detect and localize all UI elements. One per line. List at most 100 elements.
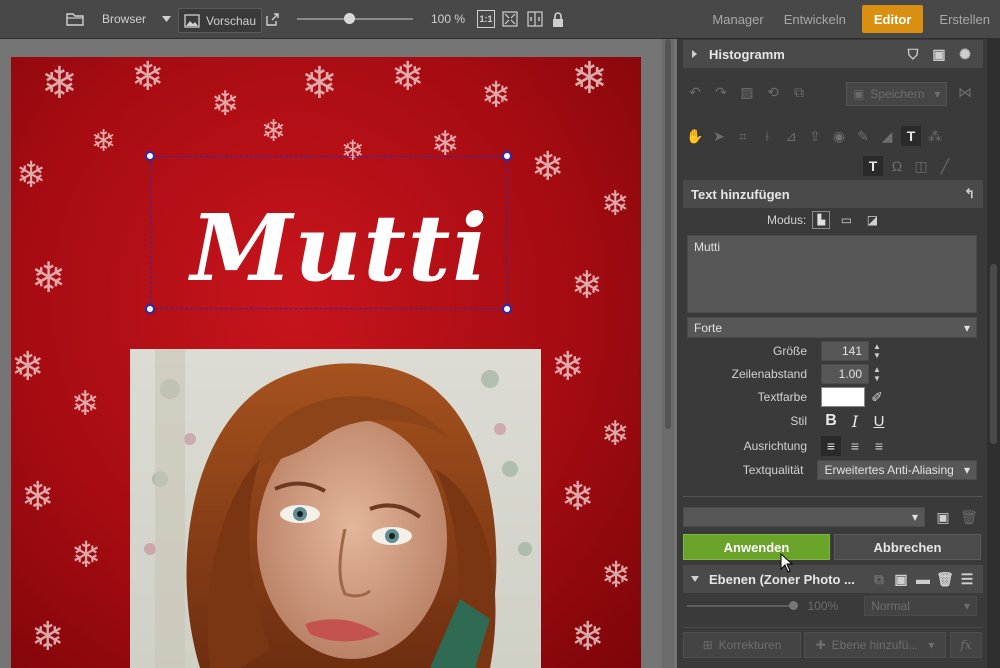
line-spacing-stepper[interactable]: ▲ ▼ (873, 365, 881, 383)
mask-icon[interactable]: ▣ (891, 569, 911, 589)
fit-screen-icon[interactable] (502, 0, 518, 38)
lock-icon[interactable] (552, 0, 564, 38)
blend-mode-select[interactable]: Normal ▾ (864, 596, 977, 616)
text-quality-label: Textqualität (742, 463, 804, 477)
opacity-slider-knob[interactable] (788, 601, 798, 610)
transform-tool-icon[interactable]: ⟊ (757, 126, 777, 146)
histogram-settings-icon[interactable]: ⛉ (903, 44, 923, 64)
text-selection-box[interactable] (145, 151, 512, 314)
snowflake-decoration: ❄ (571, 615, 605, 659)
save-dropdown-icon[interactable]: ▾ (934, 87, 940, 101)
mode-frame-icon[interactable]: ▭ (836, 210, 856, 230)
add-layer-dropdown-icon[interactable]: ▾ (928, 638, 934, 652)
opacity-slider[interactable] (687, 601, 798, 610)
zoom-slider[interactable] (297, 0, 413, 38)
mode-free-icon[interactable]: ▙ (812, 211, 831, 229)
sun-icon[interactable]: ✺ (955, 44, 975, 64)
tab-manager[interactable]: Manager (702, 0, 773, 38)
resize-handle-tr[interactable] (502, 151, 512, 161)
tab-editor[interactable]: Editor (861, 5, 924, 33)
apply-button[interactable]: Anwenden (683, 534, 830, 560)
save-button[interactable]: ▣ Speichern ▾ (846, 82, 948, 106)
redo-icon[interactable]: ↷ (711, 82, 731, 102)
expand-arrow-icon (692, 50, 697, 58)
font-name: Forte (694, 320, 723, 335)
tab-entwickeln[interactable]: Entwickeln (774, 0, 856, 38)
browser-label[interactable]: Browser (102, 0, 146, 38)
canvas-scrollbar[interactable] (662, 39, 674, 668)
red-eye-tool-icon[interactable]: ◉ (829, 126, 849, 146)
snowflake-decoration: ❄ (481, 74, 512, 115)
pointer-tool-icon[interactable]: ➤ (709, 126, 729, 146)
back-arrow-icon[interactable]: ↰ (964, 186, 975, 202)
canvas-scroll-thumb[interactable] (665, 39, 671, 429)
resize-handle-tl[interactable] (145, 151, 155, 161)
add-text-icon[interactable]: T (863, 156, 883, 176)
poster-image[interactable]: ❄ ❄ ❄ ❄ ❄ ❄ ❄ ❄ ❄ ❄ ❄ ❄ ❄ ❄ ❄ ❄ ❄ ❄ ❄ ❄ ❄ ❄ ❄ ❄ ❄ ❄ (11, 57, 641, 668)
bold-button[interactable]: B (821, 411, 841, 431)
zoom-one-to-one-button[interactable]: 1:1 (477, 10, 495, 28)
align-center-icon[interactable]: ≡ (845, 436, 865, 456)
more-tools-icon[interactable]: ⁂ (925, 126, 945, 146)
crop-tool-icon[interactable]: ⌗ (733, 126, 753, 146)
divider (683, 496, 983, 497)
compare-view-icon[interactable] (527, 0, 543, 38)
align-right-icon[interactable]: ≡ (869, 436, 889, 456)
text-quality-select[interactable]: Erweitertes Anti-Aliasing ▾ (817, 460, 977, 480)
text-tool-icon[interactable]: T (901, 126, 921, 146)
eyedropper-icon[interactable]: ✐ (867, 387, 887, 407)
corrections-button[interactable]: ⊞ Korrekturen (683, 632, 801, 658)
brush-tool-icon[interactable]: ✎ (853, 126, 873, 146)
line-icon[interactable]: ╱ (935, 156, 955, 176)
effects-button[interactable]: fx (950, 632, 982, 658)
image-export-icon[interactable]: ▨ (737, 82, 757, 102)
share-icon[interactable]: ⋈ (955, 82, 975, 102)
mode-path-icon[interactable]: ◪ (862, 210, 882, 230)
delete-preset-icon[interactable]: 🗑 (959, 507, 979, 527)
cancel-button[interactable]: Abbrechen (834, 534, 981, 560)
snowflake-decoration: ❄ (391, 57, 425, 99)
add-text-title: Text hinzufügen (691, 186, 790, 202)
align-left-icon[interactable]: ≡ (821, 436, 841, 456)
undo-icon[interactable]: ↶ (685, 82, 705, 102)
preset-select[interactable]: ▾ (683, 507, 925, 527)
divider (683, 627, 983, 628)
folder-layer-icon[interactable]: ▬ (913, 569, 933, 589)
duplicate-layer-icon[interactable]: ⧉ (869, 569, 889, 589)
size-input[interactable]: 141 (821, 341, 869, 361)
add-layer-button[interactable]: ✚ Ebene hinzufü... ▾ (804, 632, 946, 658)
zoom-slider-knob[interactable] (344, 13, 356, 24)
panel-scrollbar[interactable] (987, 39, 1000, 668)
symbol-icon[interactable]: Ω (887, 156, 907, 176)
resize-handle-br[interactable] (502, 304, 512, 314)
add-layer-icon: ✚ (815, 638, 826, 652)
delete-layer-icon[interactable]: 🗑 (935, 569, 955, 589)
text-content-input[interactable]: Mutti (687, 235, 977, 313)
histogram-header[interactable]: Histogramm ⛉ ▣ ✺ (683, 40, 983, 68)
font-select[interactable]: Forte ▾ (687, 317, 977, 338)
export-tool-icon[interactable]: ⇪ (805, 126, 825, 146)
text-color-swatch[interactable] (821, 387, 865, 407)
canvas-area[interactable]: ❄ ❄ ❄ ❄ ❄ ❄ ❄ ❄ ❄ ❄ ❄ ❄ ❄ ❄ ❄ ❄ ❄ ❄ ❄ ❄ ❄ ❄ ❄ ❄ ❄ ❄ (0, 39, 677, 668)
straighten-tool-icon[interactable]: ⊿ (781, 126, 801, 146)
folder-icon[interactable] (66, 0, 84, 38)
gradient-tool-icon[interactable]: ◢ (877, 126, 897, 146)
underline-button[interactable]: U (869, 411, 889, 431)
layers-menu-icon[interactable]: ☰ (957, 569, 977, 589)
save-preset-icon[interactable]: ▣ (933, 507, 953, 527)
tab-erstellen[interactable]: Erstellen (929, 0, 1000, 38)
shape-icon[interactable]: ◫ (911, 156, 931, 176)
size-stepper[interactable]: ▲ ▼ (873, 342, 881, 360)
preview-button[interactable]: Vorschau (178, 8, 263, 33)
external-open-icon[interactable] (265, 0, 280, 38)
browser-dropdown-icon[interactable] (162, 0, 171, 38)
revert-icon[interactable]: ⟲ (763, 82, 783, 102)
resize-handle-bl[interactable] (145, 304, 155, 314)
copy-icon[interactable]: ⧉ (789, 82, 809, 102)
line-spacing-input[interactable]: 1.00 (821, 364, 869, 384)
panel-scroll-thumb[interactable] (990, 264, 997, 444)
hand-tool-icon[interactable]: ✋ (685, 126, 705, 146)
camera-icon[interactable]: ▣ (929, 44, 949, 64)
italic-button[interactable]: I (845, 411, 865, 431)
layers-header[interactable]: Ebenen (Zoner Photo ... ⧉ ▣ ▬ 🗑 ☰ (683, 565, 983, 593)
